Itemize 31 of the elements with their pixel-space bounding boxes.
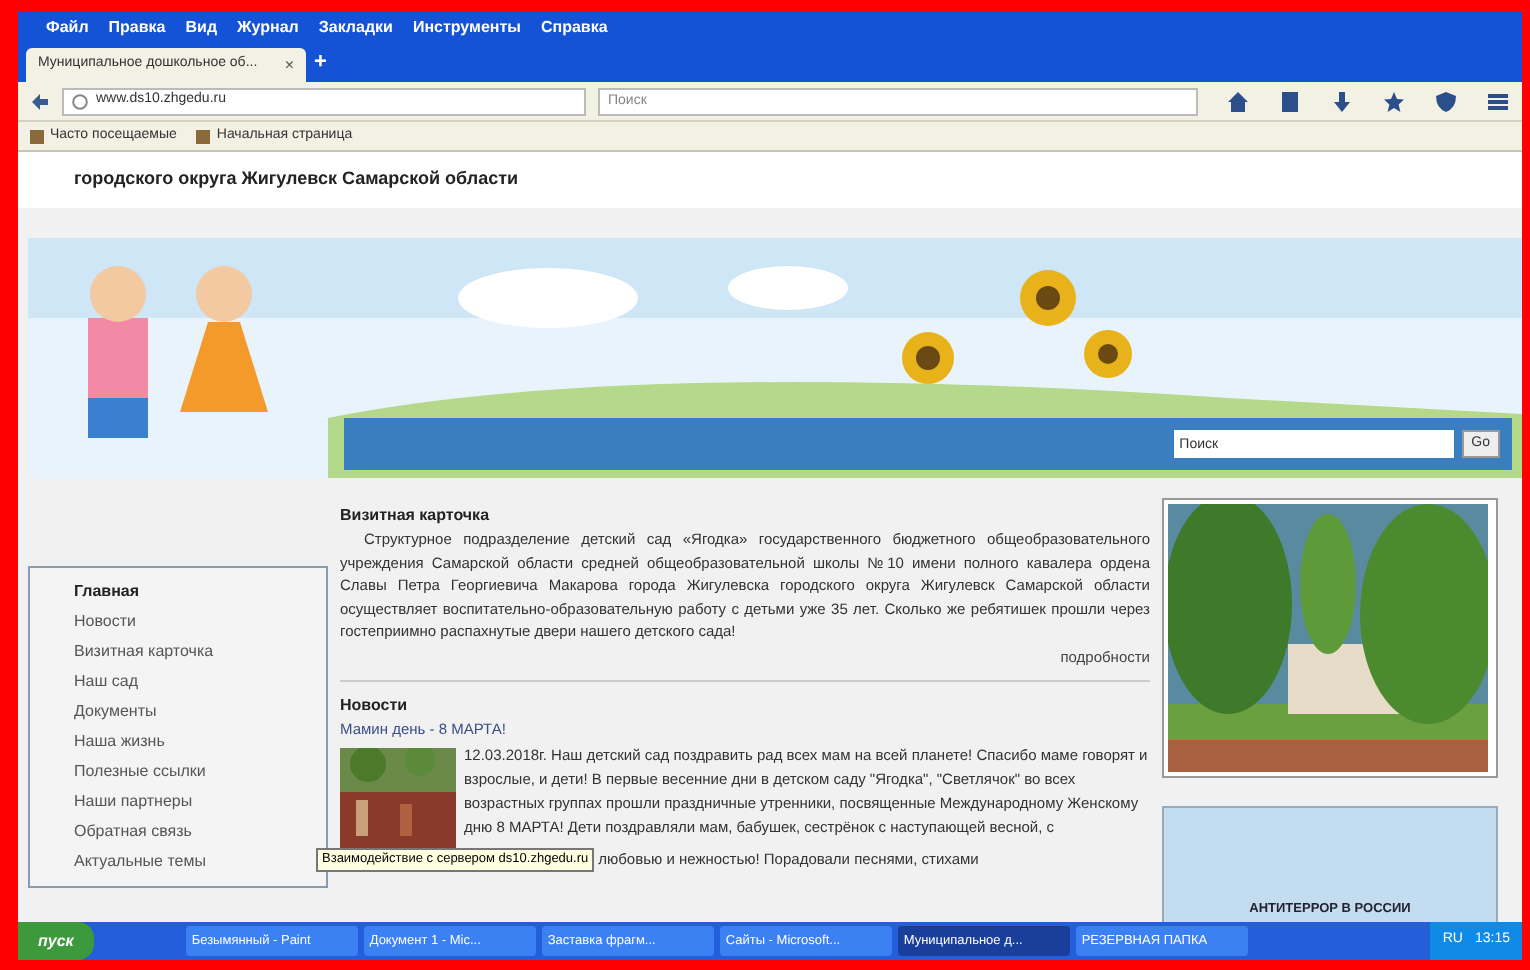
menu-link[interactable]: Новости	[74, 610, 282, 634]
menu-icon[interactable]	[1486, 89, 1510, 113]
new-tab-button[interactable]: +	[314, 45, 327, 78]
site-header-text: городского округа Жигулевск Самарской области	[74, 166, 519, 193]
menu-link[interactable]: Наши партнеры	[74, 790, 282, 814]
home-icon[interactable]	[1226, 89, 1250, 113]
menu-item[interactable]: Закладки	[318, 15, 393, 39]
menu-link[interactable]: Обратная связь	[74, 820, 282, 844]
menu-link[interactable]: Главная	[74, 580, 282, 604]
menu-link[interactable]: Визитная карточка	[74, 640, 282, 664]
menu-item[interactable]: Журнал	[237, 15, 299, 39]
start-button[interactable]: пуск	[18, 922, 94, 960]
menu-item[interactable]: Вид	[185, 15, 218, 39]
section-heading: Визитная карточка	[340, 504, 492, 528]
menu-link[interactable]: Наша жизнь	[74, 730, 282, 754]
menu-item[interactable]: Инструменты	[412, 15, 521, 39]
menu-item[interactable]: Правка	[108, 15, 166, 39]
star-icon[interactable]	[1382, 89, 1406, 113]
download-icon[interactable]	[1330, 89, 1354, 113]
menu-link[interactable]: Актуальные темы	[74, 850, 282, 874]
bookmark-icon	[196, 129, 211, 143]
section-heading: Новости	[340, 693, 410, 718]
menu-link[interactable]: Полезные ссылки	[74, 760, 282, 784]
menu-link[interactable]: Наш сад	[74, 670, 282, 694]
bookmark-icon	[30, 129, 44, 143]
close-icon[interactable]: ×	[284, 53, 294, 77]
shield-icon[interactable]	[1434, 89, 1458, 113]
menu-item[interactable]: Справка	[540, 15, 608, 39]
menu-item[interactable]: Файл	[46, 15, 89, 39]
menu-link[interactable]: Документы	[74, 700, 282, 724]
back-icon[interactable]	[30, 91, 50, 111]
